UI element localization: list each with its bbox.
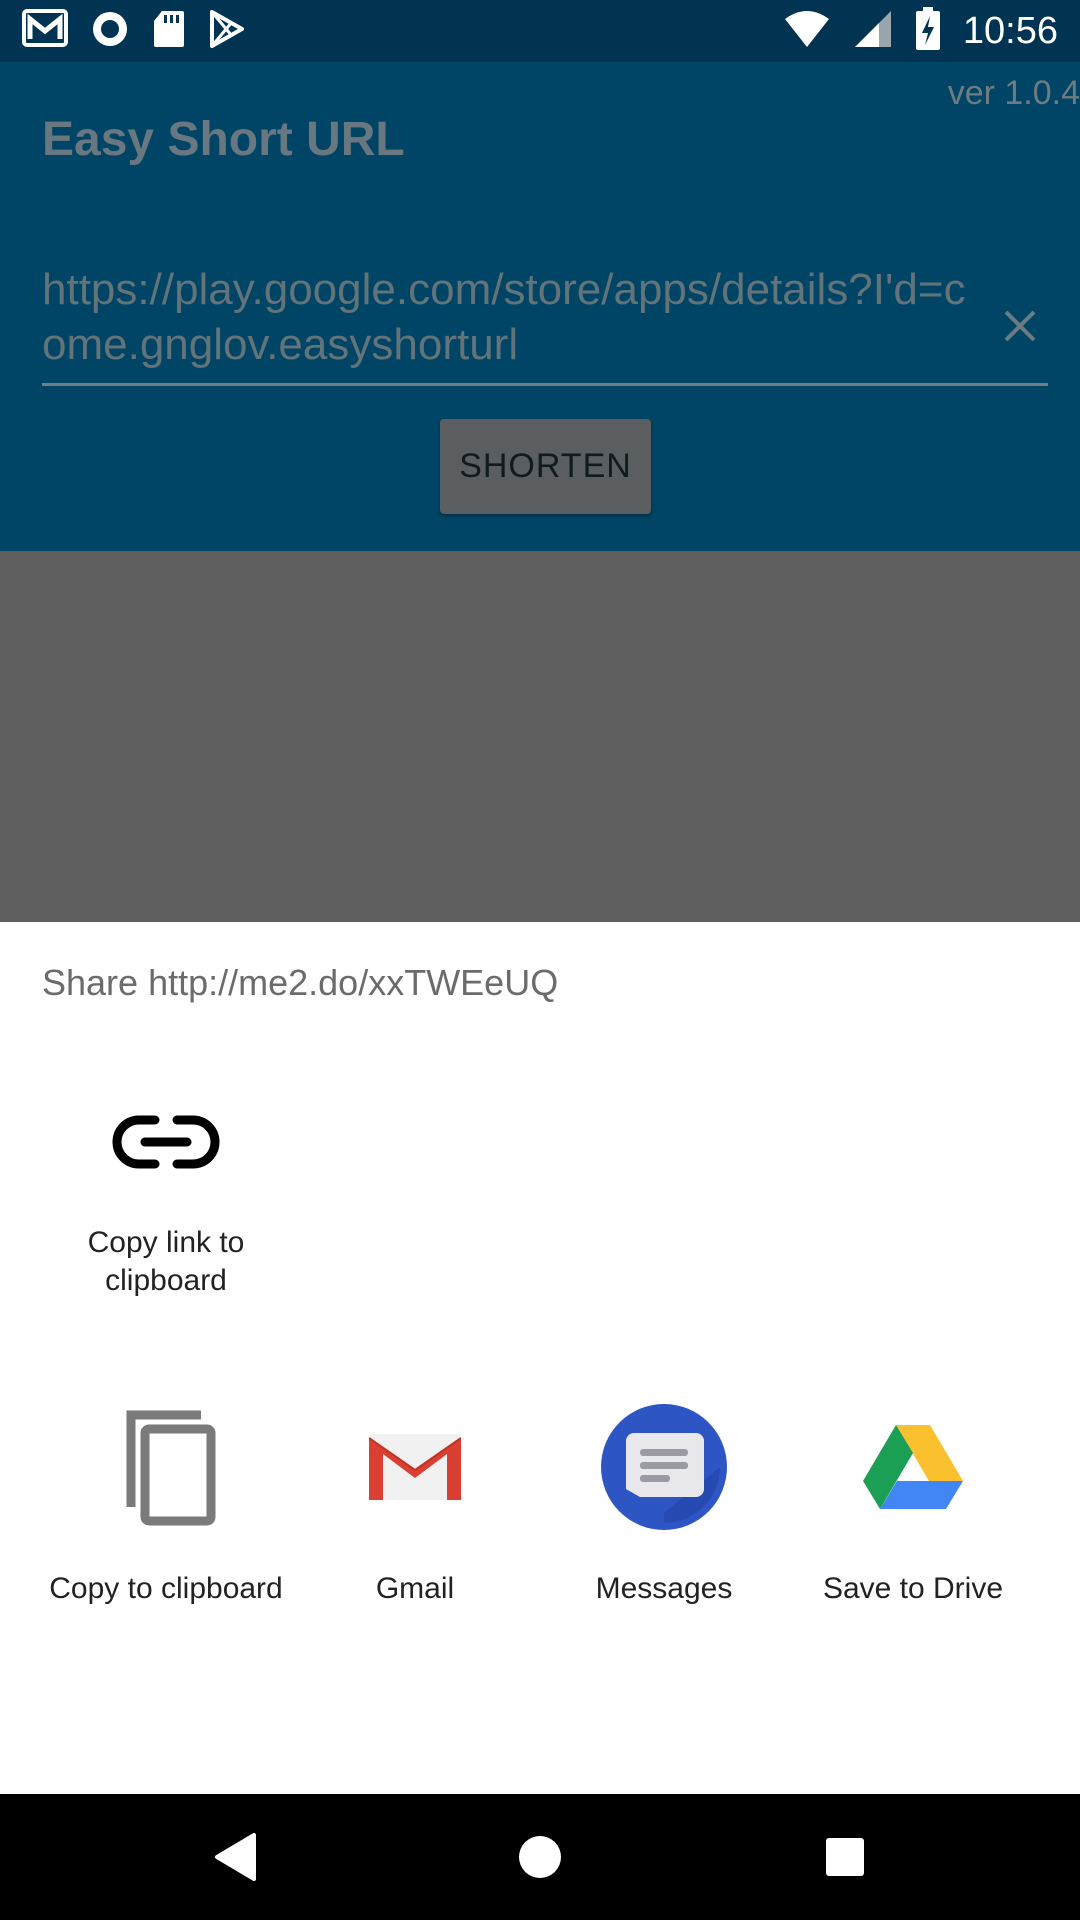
save-to-drive-target[interactable]: Save to Drive	[778, 1402, 1048, 1608]
record-icon	[90, 9, 130, 54]
status-bar: 10:56	[0, 0, 1080, 62]
play-store-icon	[208, 9, 246, 54]
copy-icon	[101, 1402, 231, 1532]
messages-icon	[599, 1402, 729, 1532]
messages-label: Messages	[595, 1572, 733, 1605]
status-right: 10:56	[783, 6, 1058, 56]
link-icon	[101, 1092, 231, 1192]
copy-link-target[interactable]: Copy link to clipboard	[31, 1092, 301, 1300]
home-button[interactable]	[470, 1794, 610, 1920]
close-icon	[1004, 310, 1036, 342]
clear-input-button[interactable]	[992, 298, 1048, 354]
status-time: 10:56	[962, 9, 1058, 52]
gmail-notification-icon	[22, 8, 68, 54]
copy-to-clipboard-label: Copy to clipboard	[49, 1572, 283, 1605]
home-icon	[519, 1836, 561, 1878]
battery-charging-icon	[915, 6, 941, 56]
gmail-label: Gmail	[375, 1572, 455, 1605]
gmail-icon	[350, 1402, 480, 1532]
copy-to-clipboard-target[interactable]: Copy to clipboard	[31, 1402, 301, 1608]
url-input[interactable]: https://play.google.com/store/apps/detai…	[42, 262, 1048, 386]
messages-target[interactable]: Messages	[529, 1402, 799, 1608]
back-button[interactable]	[166, 1794, 306, 1920]
version-label: ver 1.0.4	[947, 74, 1080, 112]
status-left	[22, 8, 246, 54]
signal-icon	[853, 9, 893, 54]
save-to-drive-label: Save to Drive	[822, 1572, 1004, 1605]
scrim[interactable]	[0, 551, 1080, 922]
navigation-bar	[0, 1794, 1080, 1920]
back-icon	[215, 1833, 256, 1881]
copy-link-label: Copy link to clipboard	[87, 1226, 245, 1297]
share-sheet-title: Share http://me2.do/xxTWEeUQ	[42, 962, 559, 1003]
app-content: ver 1.0.4 Easy Short URL https://play.go…	[0, 62, 1080, 551]
recents-button[interactable]	[775, 1794, 915, 1920]
app-title: Easy Short URL	[42, 113, 405, 166]
share-sheet: Share http://me2.do/xxTWEeUQ Copy link t…	[0, 922, 1080, 1794]
sd-card-icon	[152, 9, 186, 54]
drive-icon	[848, 1402, 978, 1532]
recents-icon	[826, 1838, 864, 1876]
wifi-icon	[783, 9, 831, 54]
url-input-value[interactable]: https://play.google.com/store/apps/detai…	[42, 262, 982, 372]
gmail-target[interactable]: Gmail	[280, 1402, 550, 1608]
shorten-button[interactable]: SHORTEN	[440, 419, 651, 514]
